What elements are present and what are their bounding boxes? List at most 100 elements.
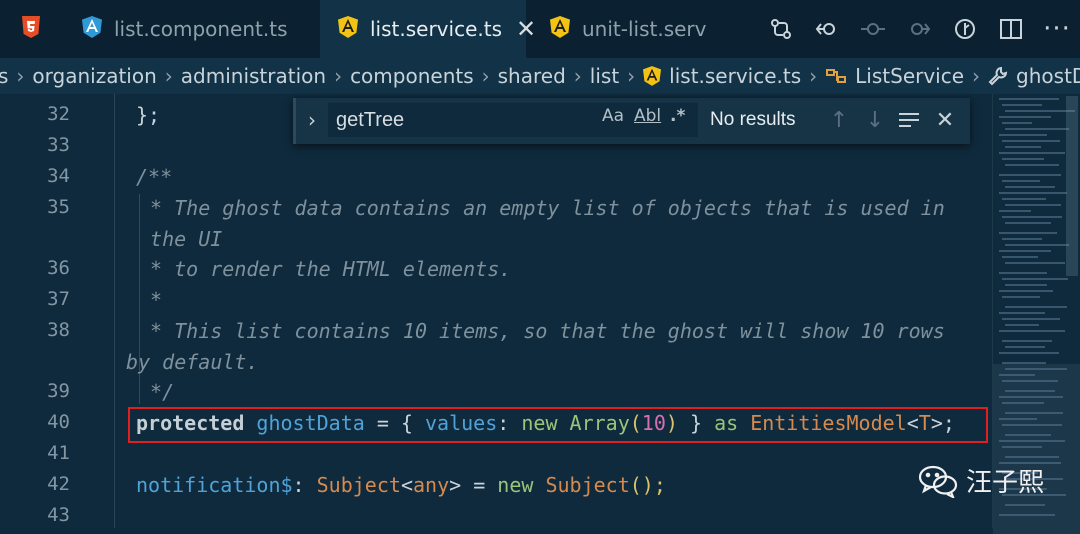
red-highlight-annotation bbox=[128, 407, 988, 443]
breadcrumb-property-label: ghostData bbox=[1016, 64, 1080, 88]
breadcrumb-class[interactable]: ListService bbox=[825, 64, 964, 88]
more-actions-icon[interactable]: ··· bbox=[1034, 0, 1080, 58]
minimap-line bbox=[1005, 368, 1067, 370]
minimap-line bbox=[1005, 324, 1039, 326]
minimap-line bbox=[1002, 238, 1042, 240]
wechat-icon bbox=[918, 464, 958, 498]
breadcrumb-item[interactable]: list bbox=[590, 64, 619, 88]
token: > = bbox=[449, 473, 498, 497]
chevron-right-icon: › bbox=[16, 64, 25, 88]
chevron-right-icon: › bbox=[481, 64, 490, 88]
minimap-line bbox=[999, 174, 1061, 176]
compare-changes-icon[interactable] bbox=[758, 0, 804, 58]
vertical-scrollbar[interactable] bbox=[1066, 96, 1078, 276]
breadcrumb-property[interactable]: ghostData bbox=[988, 64, 1080, 88]
tab-label: unit-list.servic bbox=[582, 17, 708, 41]
match-whole-word-toggle[interactable]: Abl bbox=[634, 106, 661, 126]
minimap-line bbox=[1005, 346, 1045, 348]
arrow-down-icon[interactable]: ↓ bbox=[860, 104, 890, 136]
editor-actions: ··· bbox=[752, 0, 1080, 58]
minimap-line bbox=[1002, 198, 1046, 200]
minimap-line bbox=[1002, 278, 1068, 280]
tab-label: list.component.ts bbox=[114, 17, 288, 41]
breadcrumb-item[interactable]: administration bbox=[181, 64, 326, 88]
minimap-line bbox=[1002, 158, 1044, 160]
code-line-42: notification$: Subject<any> = new Subjec… bbox=[136, 473, 666, 497]
tab-unit-list-service[interactable]: unit-list.servic bbox=[526, 0, 708, 58]
code-line-34: /** bbox=[136, 165, 173, 189]
breadcrumb-class-label: ListService bbox=[855, 64, 965, 88]
code-line-37: * bbox=[138, 288, 163, 312]
wrench-icon bbox=[988, 66, 1008, 86]
breadcrumb-item[interactable]: shared bbox=[498, 64, 566, 88]
toggle-replace-icon[interactable]: › bbox=[308, 108, 316, 132]
tab-label: list.service.ts bbox=[370, 17, 502, 41]
token: (); bbox=[629, 473, 666, 497]
watermark-text: 汪子熙 bbox=[966, 468, 1045, 498]
minimap-line bbox=[999, 312, 1045, 314]
code-line-35-wrap: the UI bbox=[138, 227, 223, 251]
minimap-line bbox=[1005, 110, 1075, 112]
minimap-line bbox=[1002, 122, 1032, 124]
minimap-line bbox=[999, 418, 1037, 420]
go-back-icon[interactable] bbox=[804, 0, 850, 58]
chevron-right-icon: › bbox=[627, 64, 636, 88]
minimap-line bbox=[1005, 390, 1055, 392]
minimap-line bbox=[999, 330, 1065, 332]
minimap-line bbox=[1002, 296, 1040, 298]
commit-icon[interactable] bbox=[850, 0, 896, 58]
minimap-line bbox=[1002, 104, 1042, 106]
breadcrumb-file[interactable]: list.service.ts bbox=[643, 64, 801, 88]
minimap-line bbox=[1005, 504, 1045, 506]
code-line-38-wrap: by default. bbox=[114, 350, 259, 374]
minimap-line bbox=[1002, 180, 1040, 182]
token: notification$ bbox=[136, 473, 293, 497]
minimap-line bbox=[999, 232, 1057, 234]
html5-icon bbox=[21, 15, 41, 43]
minimap-line bbox=[1002, 256, 1038, 258]
close-icon[interactable]: ✕ bbox=[930, 104, 960, 136]
tab-html[interactable] bbox=[0, 0, 62, 58]
minimap-line bbox=[1002, 362, 1046, 364]
arrow-up-icon[interactable]: ↑ bbox=[824, 104, 854, 136]
angular-icon bbox=[338, 15, 358, 43]
breadcrumb-item[interactable]: components bbox=[350, 64, 474, 88]
minimap-line bbox=[1002, 380, 1058, 382]
git-lens-icon[interactable] bbox=[942, 0, 988, 58]
breadcrumb-item[interactable]: s bbox=[0, 64, 8, 88]
code-lines: }; /** * The ghost data contains an empt… bbox=[0, 94, 992, 528]
angular-icon bbox=[643, 66, 662, 86]
tab-list-service[interactable]: list.service.ts ✕ bbox=[320, 0, 536, 58]
token: Subject bbox=[316, 473, 401, 497]
split-editor-icon[interactable] bbox=[988, 0, 1034, 58]
chevron-right-icon: › bbox=[809, 64, 818, 88]
minimap-line bbox=[1005, 146, 1041, 148]
minimap-line bbox=[999, 98, 1059, 100]
minimap-line bbox=[1005, 412, 1063, 414]
breadcrumb-item[interactable]: organization bbox=[32, 64, 156, 88]
minimap-line bbox=[1005, 306, 1067, 308]
code-line-38: * This list contains 10 items, so that t… bbox=[138, 319, 945, 343]
minimap-line bbox=[999, 290, 1053, 292]
minimap-line bbox=[1002, 446, 1042, 448]
minimap-line bbox=[999, 514, 1055, 516]
tab-list-component[interactable]: list.component.ts bbox=[62, 0, 320, 58]
tab-bar: list.component.ts list.service.ts ✕ unit… bbox=[0, 0, 1080, 58]
find-in-selection-icon[interactable] bbox=[894, 104, 924, 136]
minimap-line bbox=[999, 440, 1065, 442]
code-editor[interactable]: 32 33 34 35 36 37 38 39 40 41 42 43 }; /… bbox=[0, 94, 992, 528]
watermark: 汪子熙 bbox=[918, 462, 1044, 499]
code-line-32: }; bbox=[136, 103, 161, 127]
minimap-line bbox=[1005, 434, 1051, 436]
minimap-line bbox=[999, 134, 1047, 136]
minimap-line bbox=[999, 272, 1047, 274]
angular-icon bbox=[82, 15, 102, 43]
token: new bbox=[497, 473, 546, 497]
match-case-toggle[interactable]: Aa bbox=[602, 106, 624, 126]
go-forward-icon[interactable] bbox=[896, 0, 942, 58]
minimap-line bbox=[1005, 284, 1047, 286]
minimap-line bbox=[999, 116, 1051, 118]
use-regex-toggle[interactable]: .* bbox=[670, 106, 685, 126]
minimap-line bbox=[1002, 216, 1062, 218]
minimap-line bbox=[1005, 244, 1069, 246]
